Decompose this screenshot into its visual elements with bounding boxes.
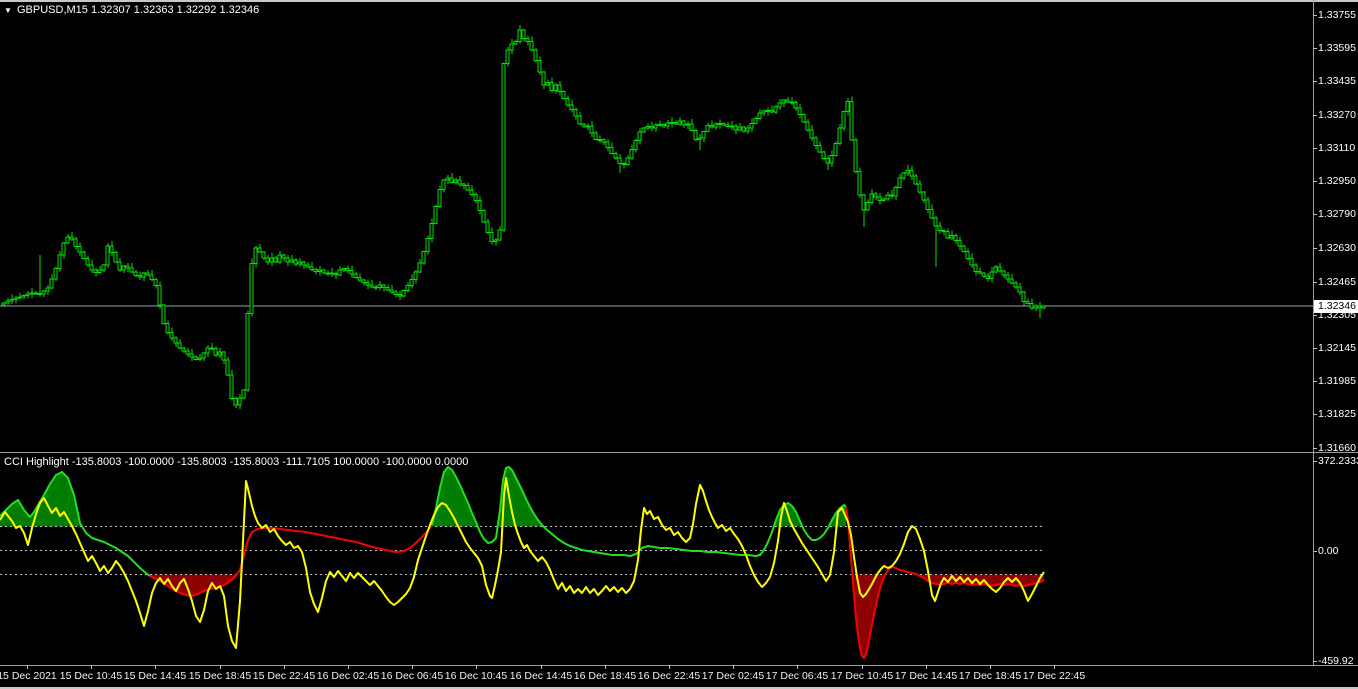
price-tick xyxy=(1313,148,1317,149)
time-tick xyxy=(284,665,285,669)
price-tick xyxy=(1313,381,1317,382)
indicator-tick-label: 0.00 xyxy=(1318,545,1339,557)
time-axis-separator xyxy=(0,665,1358,666)
price-tick-label: 1.31825 xyxy=(1318,408,1356,420)
indicator-tick-label: -459.92 xyxy=(1318,655,1354,667)
price-axis-separator xyxy=(1313,0,1314,666)
time-tick xyxy=(926,665,927,669)
time-tick xyxy=(412,665,413,669)
price-tick xyxy=(1313,282,1317,283)
subwindow-separator[interactable] xyxy=(0,452,1358,453)
current-price-label: 1.32346 xyxy=(1314,300,1358,313)
time-tick xyxy=(1054,665,1055,669)
time-tick xyxy=(797,665,798,669)
price-tick-label: 1.33595 xyxy=(1318,42,1356,54)
time-tick xyxy=(669,665,670,669)
indicator-tick-label: 372.2333 xyxy=(1318,455,1358,467)
ohlc-values-label: 1.32307 1.32363 1.32292 1.32346 xyxy=(90,4,260,16)
indicator-tick xyxy=(1313,661,1317,662)
symbol-period-label: GBPUSD,M15 xyxy=(17,4,88,16)
chart-canvas[interactable] xyxy=(0,0,1358,689)
price-tick-label: 1.32465 xyxy=(1318,276,1356,288)
price-tick-label: 1.33110 xyxy=(1318,142,1356,154)
price-tick xyxy=(1313,315,1317,316)
price-tick xyxy=(1313,181,1317,182)
price-tick-label: 1.32145 xyxy=(1318,342,1356,354)
price-tick-label: 1.32790 xyxy=(1318,208,1356,220)
time-tick xyxy=(27,665,28,669)
time-tick xyxy=(541,665,542,669)
time-tick xyxy=(605,665,606,669)
time-tick xyxy=(862,665,863,669)
indicator-tick xyxy=(1313,551,1317,552)
price-tick-label: 1.31660 xyxy=(1318,442,1356,454)
price-tick xyxy=(1313,348,1317,349)
price-tick xyxy=(1313,15,1317,16)
indicator-header: CCI Highlight -135.8003 -100.0000 -135.8… xyxy=(4,456,469,468)
price-tick-label: 1.32630 xyxy=(1318,242,1356,254)
price-tick-label: 1.32950 xyxy=(1318,175,1356,187)
time-tick xyxy=(348,665,349,669)
price-tick-label: 1.33270 xyxy=(1318,109,1356,121)
time-tick xyxy=(220,665,221,669)
price-tick xyxy=(1313,448,1317,449)
price-tick-label: 1.33755 xyxy=(1318,9,1356,21)
price-tick xyxy=(1313,414,1317,415)
time-tick xyxy=(91,665,92,669)
price-tick xyxy=(1313,214,1317,215)
time-tick xyxy=(733,665,734,669)
mt4-chart-window: ▼ GBPUSD,M15 1.32307 1.32363 1.32292 1.3… xyxy=(0,0,1358,689)
price-tick xyxy=(1313,248,1317,249)
time-tick-label: 17 Dec 22:45 xyxy=(1022,670,1086,682)
indicator-tick xyxy=(1313,461,1317,462)
chart-dropdown-arrow-icon[interactable]: ▼ xyxy=(4,6,12,16)
price-tick xyxy=(1313,81,1317,82)
time-tick xyxy=(476,665,477,669)
price-tick xyxy=(1313,115,1317,116)
price-tick-label: 1.31985 xyxy=(1318,375,1356,387)
time-tick xyxy=(990,665,991,669)
symbol-header: GBPUSD,M15 1.32307 1.32363 1.32292 1.323… xyxy=(17,4,259,17)
price-tick xyxy=(1313,48,1317,49)
price-tick-label: 1.33435 xyxy=(1318,75,1356,87)
time-tick xyxy=(155,665,156,669)
